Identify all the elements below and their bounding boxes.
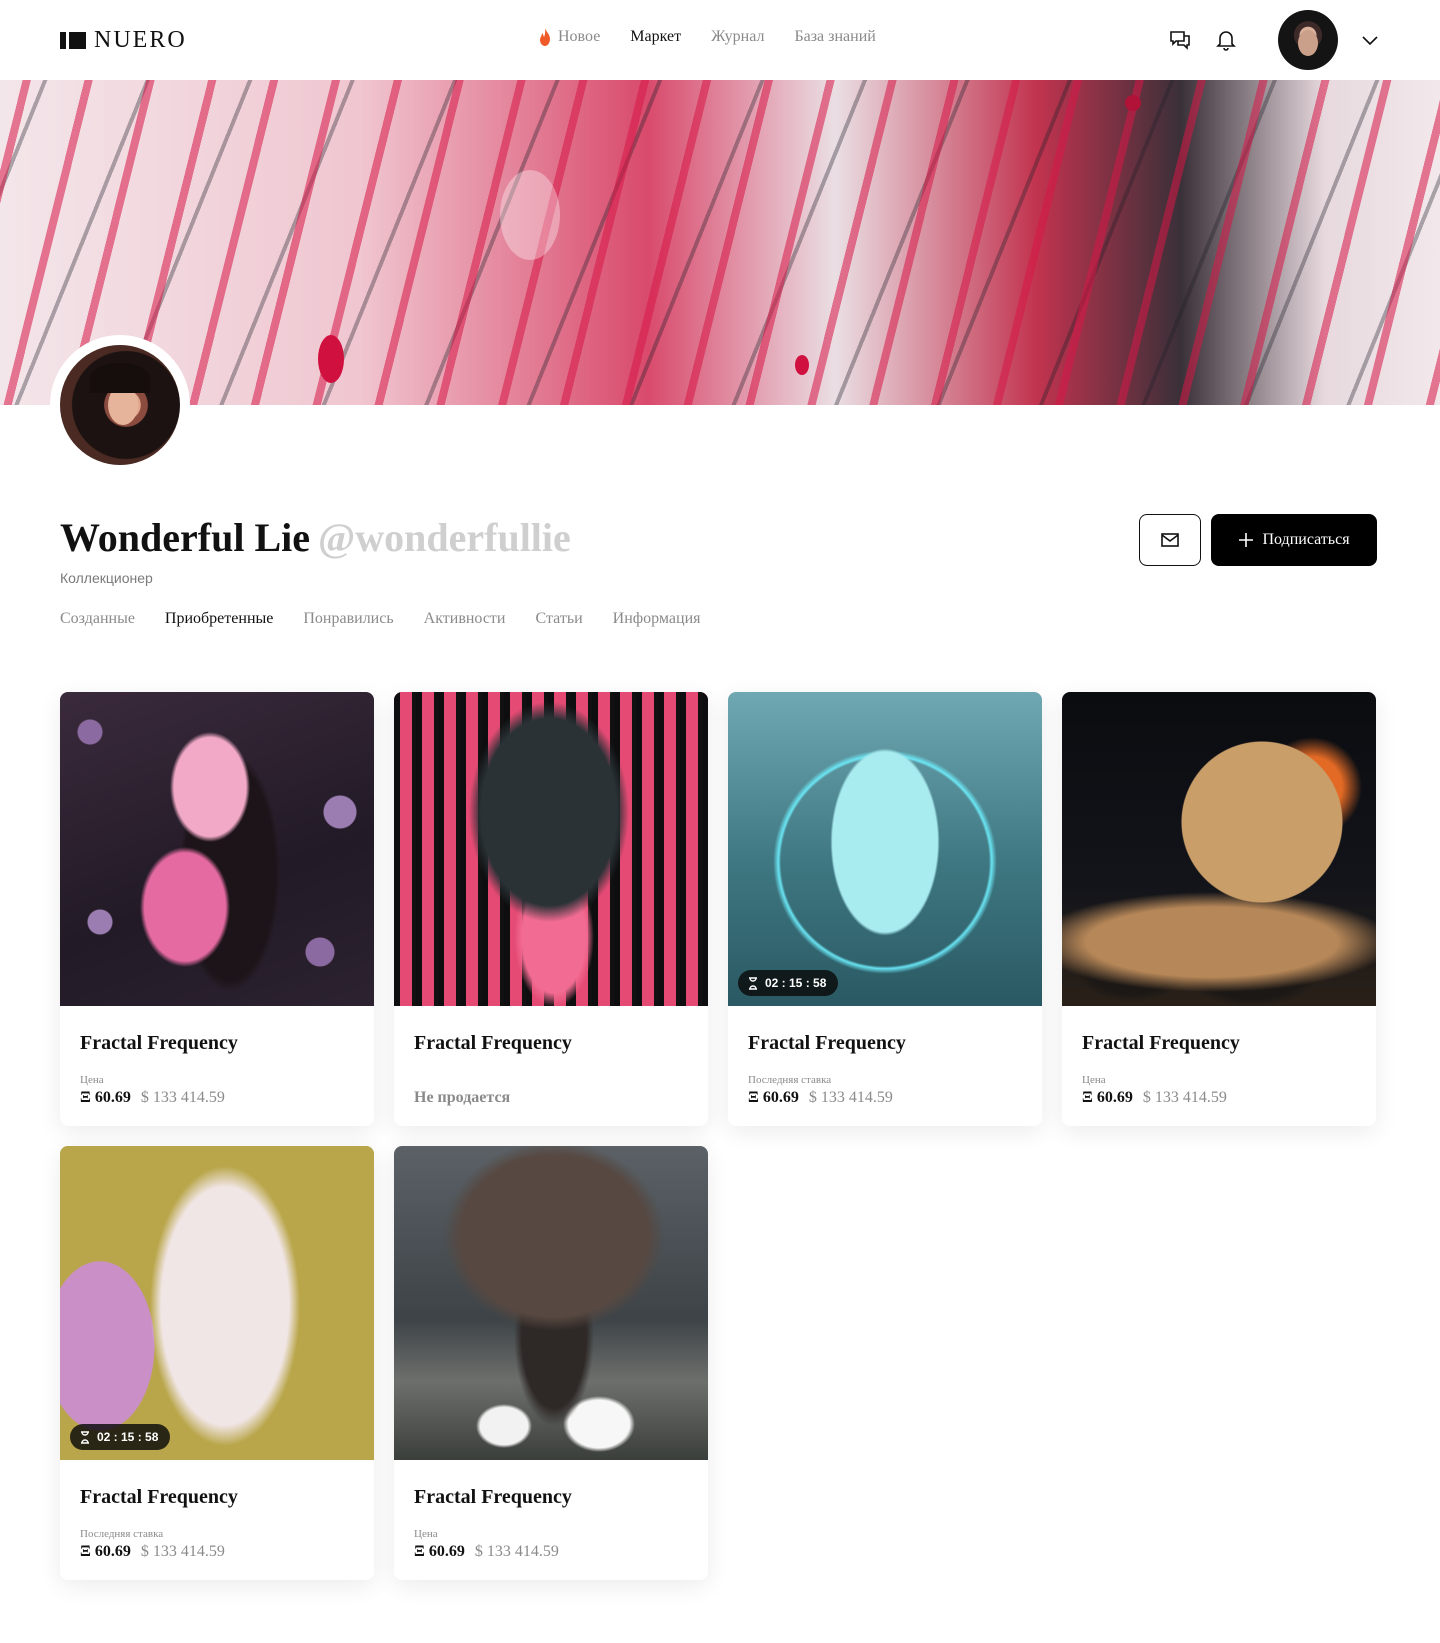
- nft-title: Fractal Frequency: [80, 1486, 238, 1508]
- profile-banner: [0, 80, 1440, 405]
- nft-image: [60, 692, 374, 1006]
- main-nav: Новое Маркет Журнал База знаний: [538, 28, 876, 46]
- price: Ξ 60.69 $ 133 414.59: [80, 1089, 225, 1107]
- header-actions: [1168, 10, 1380, 70]
- price-label: Цена: [80, 1074, 104, 1086]
- price-label: Последняя ставка: [80, 1528, 164, 1540]
- plus-icon: [1239, 533, 1254, 547]
- nft-image: [394, 1146, 708, 1460]
- profile-name: Wonderful Lie: [60, 515, 311, 560]
- hourglass-icon: [749, 976, 757, 990]
- price-label: Цена: [414, 1528, 438, 1540]
- brand-name: NUERO: [94, 27, 187, 53]
- nft-card[interactable]: 02 : 15 : 58 Fractal Frequency Последняя…: [728, 692, 1042, 1126]
- tab-liked[interactable]: Понравились: [303, 610, 393, 628]
- price-usd: $ 133 414.59: [808, 1089, 893, 1106]
- mail-icon: [1161, 533, 1179, 547]
- price-eth: Ξ 60.69: [748, 1089, 799, 1106]
- nft-title: Fractal Frequency: [748, 1032, 906, 1054]
- price: Ξ 60.69 $ 133 414.59: [1082, 1089, 1227, 1107]
- nft-image: [394, 692, 708, 1006]
- auction-timer: 02 : 15 : 58: [70, 1424, 171, 1450]
- brand-logo[interactable]: NUERO: [60, 28, 187, 52]
- nft-title: Fractal Frequency: [414, 1032, 572, 1054]
- profile-avatar: [50, 335, 190, 475]
- tab-activity[interactable]: Активности: [424, 610, 506, 628]
- nft-image: [728, 692, 1042, 1006]
- nft-card[interactable]: Fractal Frequency Цена Ξ 60.69 $ 133 414…: [394, 1146, 708, 1580]
- auction-timer-value: 02 : 15 : 58: [97, 1430, 159, 1444]
- tab-info[interactable]: Информация: [613, 610, 701, 628]
- not-for-sale-label: Не продается: [414, 1089, 511, 1106]
- price-usd: $ 133 414.59: [1142, 1089, 1227, 1106]
- price-usd: $ 133 414.59: [474, 1543, 559, 1560]
- messages-icon[interactable]: [1168, 28, 1192, 52]
- profile-role: Коллекционер: [60, 570, 153, 586]
- subscribe-button[interactable]: Подписаться: [1211, 514, 1377, 566]
- tab-articles[interactable]: Статьи: [535, 610, 582, 628]
- price-label: Цена: [1082, 1074, 1106, 1086]
- price-usd: $ 133 414.59: [140, 1543, 225, 1560]
- price-eth: Ξ 60.69: [80, 1543, 131, 1560]
- nft-image: [1062, 692, 1376, 1006]
- nft-title: Fractal Frequency: [1082, 1032, 1240, 1054]
- profile-title: Wonderful Lie @wonderfullie: [60, 512, 571, 564]
- price-eth: Ξ 60.69: [80, 1089, 131, 1106]
- nav-item-new[interactable]: Новое: [538, 28, 600, 46]
- nav-item-market[interactable]: Маркет: [630, 28, 681, 46]
- auction-timer: 02 : 15 : 58: [738, 970, 839, 996]
- nft-image: [60, 1146, 374, 1460]
- nav-item-label: Новое: [558, 28, 601, 45]
- nft-card[interactable]: 02 : 15 : 58 Fractal Frequency Последняя…: [60, 1146, 374, 1580]
- price: Ξ 60.69 $ 133 414.59: [414, 1543, 559, 1561]
- auction-timer-value: 02 : 15 : 58: [765, 976, 827, 990]
- price-label: Последняя ставка: [748, 1074, 832, 1086]
- nft-title: Fractal Frequency: [80, 1032, 238, 1054]
- flame-icon: [540, 28, 550, 46]
- price-eth: Ξ 60.69: [414, 1543, 465, 1560]
- price-eth: Ξ 60.69: [1082, 1089, 1133, 1106]
- user-avatar[interactable]: [1278, 10, 1338, 70]
- logo-mark-icon: [60, 31, 86, 49]
- price: Ξ 60.69 $ 133 414.59: [748, 1089, 893, 1107]
- price: Ξ 60.69 $ 133 414.59: [80, 1543, 225, 1561]
- tab-acquired[interactable]: Приобретенные: [165, 610, 273, 628]
- nft-card[interactable]: Fractal Frequency Не продается: [394, 692, 708, 1126]
- nav-item-knowledge-base[interactable]: База знаний: [794, 28, 875, 46]
- profile-handle: @wonderfullie: [318, 515, 571, 560]
- subscribe-label: Подписаться: [1262, 531, 1350, 548]
- bell-icon[interactable]: [1214, 28, 1238, 52]
- nft-card[interactable]: Fractal Frequency Цена Ξ 60.69 $ 133 414…: [1062, 692, 1376, 1126]
- top-header: NUERO Новое Маркет Журнал База знаний: [0, 0, 1440, 80]
- price-usd: $ 133 414.59: [140, 1089, 225, 1106]
- chevron-down-icon[interactable]: [1360, 30, 1380, 50]
- message-button[interactable]: [1139, 514, 1201, 566]
- nav-item-journal[interactable]: Журнал: [711, 28, 764, 46]
- profile-tabs: Созданные Приобретенные Понравились Акти…: [60, 610, 701, 628]
- hourglass-icon: [81, 1430, 89, 1444]
- nft-card[interactable]: Fractal Frequency Цена Ξ 60.69 $ 133 414…: [60, 692, 374, 1126]
- tab-created[interactable]: Созданные: [60, 610, 135, 628]
- nft-title: Fractal Frequency: [414, 1486, 572, 1508]
